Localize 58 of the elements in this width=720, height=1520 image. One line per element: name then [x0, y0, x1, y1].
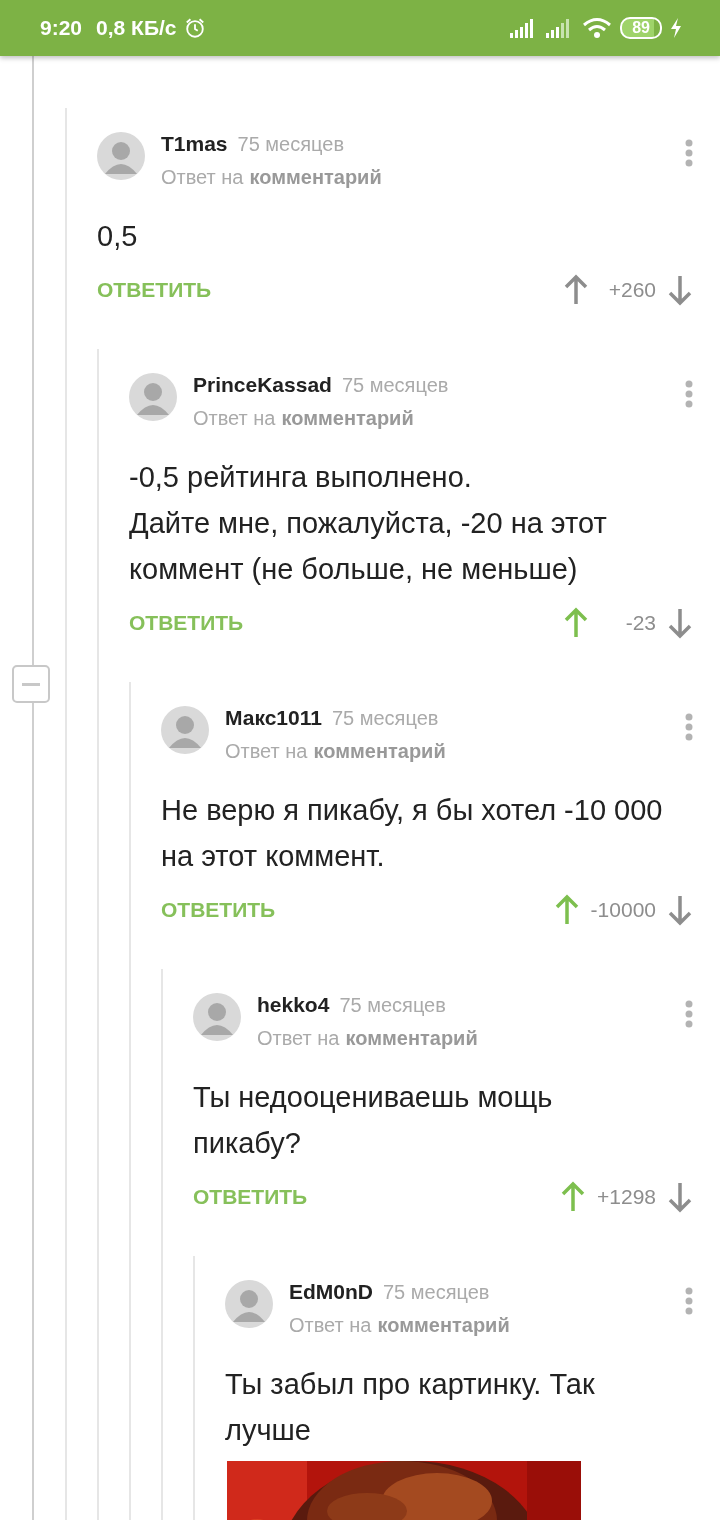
- comment-age: 75 месяцев: [237, 133, 345, 156]
- avatar[interactable]: [225, 1280, 273, 1328]
- rating-count: +1298: [597, 1185, 656, 1209]
- comment-age: 75 месяцев: [383, 1281, 490, 1304]
- downvote-icon[interactable]: [668, 1181, 692, 1213]
- upvote-icon[interactable]: [564, 274, 588, 306]
- comment-text: Ты забыл про картинку. Так лучше: [225, 1367, 596, 1448]
- upvote-icon[interactable]: [564, 607, 588, 639]
- network-speed: 0,8 КБ/с: [96, 16, 177, 40]
- author-name[interactable]: hekko4: [257, 993, 330, 1017]
- more-icon[interactable]: [684, 379, 694, 409]
- rating-count: -23: [624, 611, 656, 635]
- downvote-icon[interactable]: [668, 607, 692, 639]
- comment-text: -0,5 рейтинга выполнено.: [129, 460, 473, 495]
- collapse-button[interactable]: [12, 665, 50, 703]
- comment-text: Ты недооцениваешь мощь пикабу?: [193, 1080, 554, 1161]
- author-name[interactable]: PrinceKassad: [193, 373, 332, 397]
- more-icon[interactable]: [684, 1286, 694, 1316]
- more-icon[interactable]: [684, 712, 694, 742]
- comment-age: 75 месяцев: [331, 707, 439, 730]
- author-name[interactable]: EdM0nD: [289, 1280, 373, 1304]
- reply-button[interactable]: ОТВЕТИТЬ: [161, 898, 276, 922]
- clock: 9:20: [40, 16, 83, 40]
- comment-text: Не верю я пикабу, я бы хотел -10 000 на этот коммент.: [161, 793, 664, 874]
- avatar[interactable]: [193, 993, 241, 1041]
- rating-count: -10000: [590, 898, 656, 922]
- more-icon[interactable]: [684, 999, 694, 1029]
- reply-button[interactable]: ОТВЕТИТЬ: [97, 278, 212, 302]
- reply-button[interactable]: ОТВЕТИТЬ: [193, 1185, 308, 1209]
- reply-to-link[interactable]: комментарий: [377, 1314, 510, 1337]
- comment-age: 75 месяцев: [339, 994, 446, 1017]
- author-name[interactable]: T1mas: [161, 132, 228, 156]
- more-icon[interactable]: [684, 138, 694, 168]
- comment-text: 0,5: [97, 219, 139, 254]
- reply-button[interactable]: ОТВЕТИТЬ: [129, 611, 244, 635]
- battery-level: 89: [620, 17, 662, 39]
- upvote-icon[interactable]: [554, 894, 579, 926]
- reply-to-link[interactable]: комментарий: [281, 407, 414, 430]
- reply-prefix: Ответ на: [193, 407, 276, 430]
- avatar[interactable]: [129, 373, 177, 421]
- downvote-icon[interactable]: [668, 274, 692, 306]
- reply-prefix: Ответ на: [289, 1314, 372, 1337]
- wifi-icon: [582, 17, 613, 39]
- reply-prefix: Ответ на: [257, 1027, 340, 1050]
- reply-to-link[interactable]: комментарий: [313, 740, 446, 763]
- rating-count: +260: [607, 278, 656, 302]
- alarm-icon: [184, 17, 207, 39]
- upvote-icon[interactable]: [561, 1181, 585, 1213]
- reply-prefix: Ответ на: [161, 166, 244, 189]
- reply-prefix: Ответ на: [225, 740, 308, 763]
- reply-to-link[interactable]: комментарий: [249, 166, 382, 189]
- downvote-icon[interactable]: [668, 894, 692, 926]
- avatar[interactable]: [97, 132, 145, 180]
- author-name[interactable]: Макс1011: [225, 706, 322, 730]
- reply-to-link[interactable]: комментарий: [345, 1027, 478, 1050]
- avatar[interactable]: [161, 706, 209, 754]
- comment-age: 75 месяцев: [341, 374, 449, 397]
- comment-text: Дайте мне, пожалуйста, -20 на этот коммент (не больше, не меньше): [129, 506, 608, 587]
